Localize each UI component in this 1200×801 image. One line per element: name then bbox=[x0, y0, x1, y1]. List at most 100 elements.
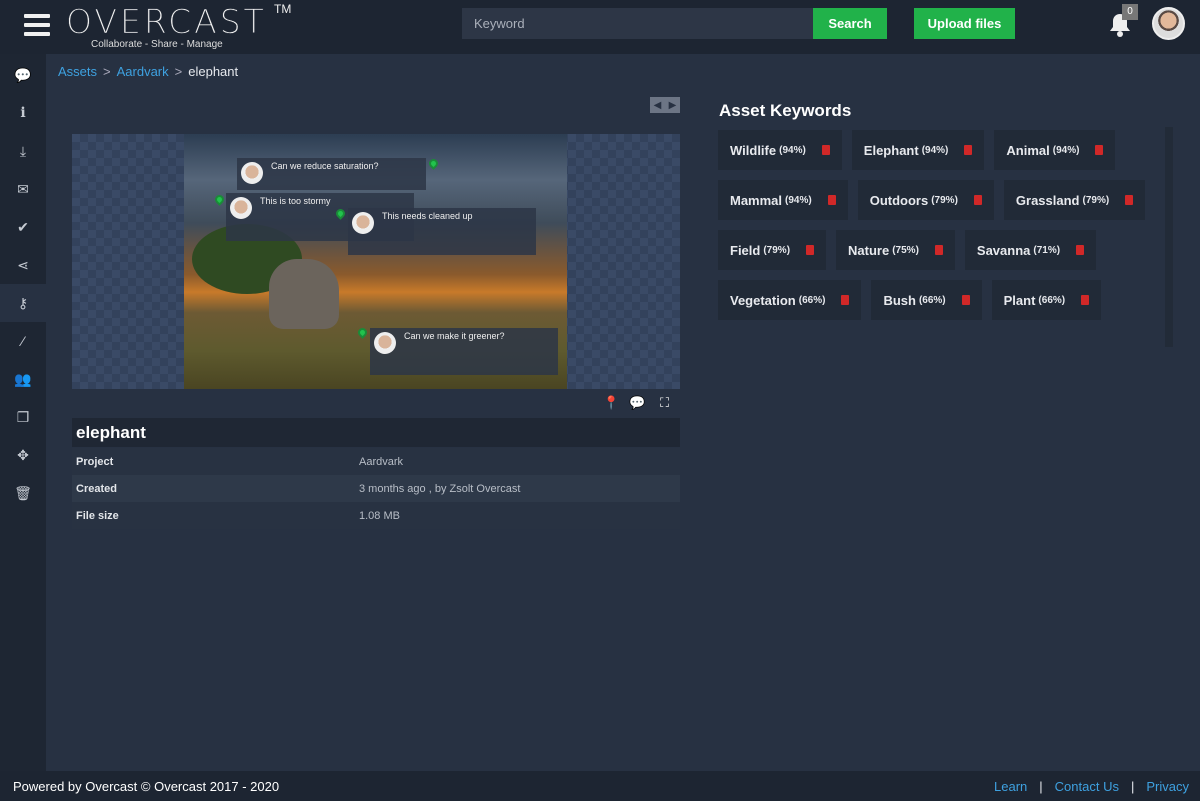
keyword-name: Plant bbox=[1003, 292, 1036, 308]
trash-icon[interactable] bbox=[827, 195, 836, 205]
keywords-scrollbar[interactable] bbox=[1165, 127, 1173, 347]
info-row-project: Project Aardvark bbox=[72, 448, 680, 475]
comment-bubble[interactable]: Can we make it greener? bbox=[370, 328, 558, 375]
keyword-row: Field (79%) Nature (75%) Savanna (71%) bbox=[718, 230, 1168, 270]
trash-icon[interactable] bbox=[973, 195, 982, 205]
sidebar: 💬 i ⤓ ✉ ✔ ⋖ ⚷ ⁄ 👥 ❐ ✥ 🗑 bbox=[0, 54, 46, 771]
info-label: Created bbox=[76, 482, 117, 495]
comment-avatar bbox=[241, 162, 263, 184]
comment-tool-icon[interactable]: 💬 bbox=[629, 395, 645, 411]
key-icon[interactable]: ⚷ bbox=[0, 284, 46, 322]
move-icon[interactable]: ✥ bbox=[0, 436, 46, 474]
magic-wand-icon[interactable]: ⁄ bbox=[0, 322, 46, 360]
keywords-heading: Asset Keywords bbox=[719, 101, 852, 120]
info-value: 1.08 MB bbox=[359, 509, 400, 522]
image-viewer[interactable]: Can we reduce saturation? This is too st… bbox=[72, 134, 680, 389]
download-icon[interactable]: ⤓ bbox=[0, 132, 46, 170]
comment-bubble[interactable]: This needs cleaned up bbox=[348, 208, 536, 255]
next-icon[interactable]: ▶ bbox=[669, 100, 677, 111]
keywords-list: Wildlife (94%) Elephant (94%) Animal (94%) Mam… bbox=[718, 130, 1168, 330]
comment-text: Can we reduce saturation? bbox=[271, 161, 379, 171]
comments-icon[interactable]: 💬 bbox=[0, 56, 46, 94]
breadcrumb-aardvark[interactable]: Aardvark bbox=[117, 64, 169, 79]
keyword-confidence: (71%) bbox=[1033, 244, 1061, 256]
prev-icon[interactable]: ◀ bbox=[654, 100, 662, 111]
search-button[interactable]: Search bbox=[813, 8, 887, 39]
trash-icon[interactable] bbox=[806, 245, 815, 255]
keyword-name: Elephant bbox=[863, 142, 919, 158]
users-icon[interactable]: 👥 bbox=[0, 360, 46, 398]
logo: OVERCAST bbox=[66, 2, 267, 41]
keyword-row: Mammal (94%) Outdoors (79%) Grassland (79%) bbox=[718, 180, 1168, 220]
info-icon[interactable]: i bbox=[0, 94, 46, 132]
info-label: File size bbox=[76, 509, 119, 522]
upload-files-button[interactable]: Upload files bbox=[914, 8, 1015, 39]
keyword-confidence: (66%) bbox=[1038, 294, 1066, 306]
keyword-confidence: (94%) bbox=[779, 144, 806, 156]
keyword-tag[interactable]: Grassland (79%) bbox=[1003, 180, 1146, 220]
keyword-confidence: (66%) bbox=[918, 294, 946, 306]
user-avatar[interactable] bbox=[1152, 7, 1185, 40]
keyword-tag[interactable]: Field (79%) bbox=[718, 230, 827, 270]
contact-us-link[interactable]: Contact Us bbox=[1055, 779, 1119, 794]
footer-separator: | bbox=[1130, 778, 1135, 794]
chevron-right-icon: > bbox=[103, 64, 111, 79]
check-icon[interactable]: ✔ bbox=[0, 208, 46, 246]
trash-icon[interactable] bbox=[961, 295, 970, 305]
comment-text: Can we make it greener? bbox=[404, 331, 505, 341]
privacy-link[interactable]: Privacy bbox=[1146, 779, 1189, 794]
trash-icon[interactable] bbox=[821, 145, 830, 155]
trash-icon[interactable] bbox=[964, 145, 973, 155]
email-icon[interactable]: ✉ bbox=[0, 170, 46, 208]
copy-icon[interactable]: ❐ bbox=[0, 398, 46, 436]
keyword-confidence: (94%) bbox=[921, 144, 949, 156]
keyword-name: Mammal bbox=[730, 192, 783, 208]
chevron-right-icon: > bbox=[174, 64, 183, 79]
top-bar: OVERCAST TM Collaborate - Share - Manage… bbox=[0, 0, 1200, 54]
keyword-tag[interactable]: Bush (66%) bbox=[871, 280, 982, 320]
keyword-tag[interactable]: Animal (94%) bbox=[994, 130, 1116, 170]
comment-text: This is too stormy bbox=[260, 196, 331, 206]
fullscreen-icon[interactable]: ⛶ bbox=[660, 395, 669, 411]
keyword-name: Savanna bbox=[976, 242, 1031, 258]
trash-icon[interactable] bbox=[1095, 145, 1104, 155]
footer: Powered by Overcast © Overcast 2017 - 20… bbox=[0, 771, 1200, 801]
trash-icon[interactable] bbox=[934, 245, 943, 255]
asset-title: elephant bbox=[72, 418, 680, 447]
keyword-tag[interactable]: Outdoors (79%) bbox=[857, 180, 994, 220]
keyword-tag[interactable]: Elephant (94%) bbox=[851, 130, 985, 170]
breadcrumb-current: elephant bbox=[188, 64, 239, 79]
breadcrumb-assets[interactable]: Assets bbox=[58, 64, 97, 79]
comment-avatar bbox=[374, 332, 396, 354]
keyword-tag[interactable]: Plant (66%) bbox=[991, 280, 1102, 320]
notification-count: 0 bbox=[1122, 4, 1138, 20]
keyword-tag[interactable]: Wildlife (94%) bbox=[718, 130, 842, 170]
keyword-tag[interactable]: Nature (75%) bbox=[836, 230, 955, 270]
info-row-created: Created 3 months ago , by Zsolt Overcast bbox=[72, 475, 680, 502]
info-row-file-size: File size 1.08 MB bbox=[72, 502, 680, 529]
trash-icon[interactable]: 🗑 bbox=[0, 474, 46, 512]
keyword-name: Vegetation bbox=[730, 292, 796, 308]
trash-icon[interactable] bbox=[841, 295, 850, 305]
keyword-confidence: (94%) bbox=[785, 194, 812, 206]
elephant-shape bbox=[269, 259, 339, 329]
keyword-confidence: (94%) bbox=[1052, 144, 1080, 156]
share-icon[interactable]: ⋖ bbox=[0, 246, 46, 284]
search-input[interactable] bbox=[462, 8, 814, 39]
keyword-tag[interactable]: Savanna (71%) bbox=[964, 230, 1097, 270]
keyword-tag[interactable]: Vegetation (66%) bbox=[718, 280, 862, 320]
prev-next-buttons[interactable]: ◀ ▶ bbox=[650, 97, 680, 113]
learn-link[interactable]: Learn bbox=[994, 779, 1027, 794]
keyword-tag[interactable]: Mammal (94%) bbox=[718, 180, 848, 220]
logo-tagline: Collaborate - Share - Manage bbox=[91, 39, 223, 50]
trash-icon[interactable] bbox=[1081, 295, 1090, 305]
trash-icon[interactable] bbox=[1125, 195, 1134, 205]
trash-icon[interactable] bbox=[1076, 245, 1085, 255]
comment-bubble[interactable]: Can we reduce saturation? bbox=[237, 158, 426, 190]
menu-icon[interactable] bbox=[24, 14, 50, 36]
keyword-name: Field bbox=[730, 242, 761, 258]
logo-trademark: TM bbox=[274, 2, 292, 16]
keyword-confidence: (79%) bbox=[1082, 194, 1110, 206]
pin-tool-icon[interactable]: 📍 bbox=[603, 395, 619, 411]
keyword-name: Grassland bbox=[1015, 192, 1080, 208]
